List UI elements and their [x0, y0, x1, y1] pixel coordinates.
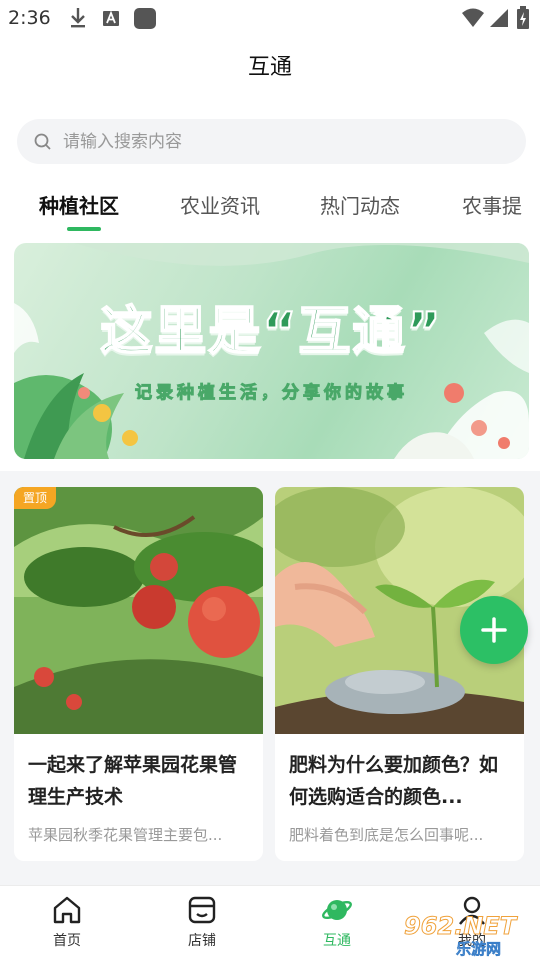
plus-icon: [481, 617, 507, 643]
search-icon: [34, 133, 51, 150]
category-tabs: 种植社区 农业资讯 热门动态 农事提: [0, 180, 540, 236]
watermark-text: 乐游网: [456, 940, 502, 959]
post-card[interactable]: 置顶 一起来了解苹果园花果管理生产技术 苹果园秋季花果管理主要包...: [14, 487, 263, 861]
search-input[interactable]: [63, 119, 503, 164]
banner-subtitle: 记录种植生活，分享你的故事: [135, 383, 408, 404]
nav-label: 互通: [323, 933, 351, 949]
wifi-icon: [462, 8, 484, 27]
create-post-button[interactable]: [460, 596, 528, 664]
nav-item-home[interactable]: 首页: [22, 894, 112, 958]
page-title: 互通: [247, 55, 292, 80]
nav-item-store[interactable]: 店铺: [157, 894, 247, 958]
promo-banner[interactable]: 这里是“互通” 记录种植生活，分享你的故事: [14, 243, 529, 459]
store-icon: [188, 896, 216, 924]
post-image-apples: 置顶: [14, 487, 263, 734]
text-a-icon: [103, 10, 119, 26]
post-description: 苹果园秋季花果管理主要包...: [28, 826, 223, 844]
home-icon: [53, 896, 81, 924]
status-time: 2:36: [8, 7, 51, 29]
title-bar: 互通: [0, 40, 540, 100]
post-card[interactable]: 肥料为什么要加颜色？如何选购适合的颜色... 肥料着色到底是怎么回事呢...: [275, 487, 524, 861]
nav-label: 店铺: [188, 933, 216, 949]
tab-hot-updates[interactable]: 热门动态: [320, 190, 400, 219]
tab-farm-tips[interactable]: 农事提: [462, 190, 522, 219]
nav-item-hutong[interactable]: 互通: [292, 894, 382, 958]
tab-agri-news[interactable]: 农业资讯: [180, 190, 260, 219]
watermark-number: 962.NET: [403, 912, 517, 941]
app-square-icon: [134, 8, 156, 29]
pinned-badge: 置顶: [14, 487, 57, 509]
status-bar: 2:36: [0, 0, 540, 38]
search-bar[interactable]: [17, 119, 526, 164]
planet-icon: [322, 900, 352, 920]
post-title: 一起来了解苹果园花果管理生产技术: [28, 754, 238, 808]
nav-label: 首页: [53, 933, 81, 949]
tab-planting-community[interactable]: 种植社区: [39, 190, 119, 219]
download-icon: [71, 8, 85, 28]
active-tab-indicator: [67, 227, 101, 231]
banner-headline: 这里是“互通”: [99, 301, 443, 363]
signal-icon: [490, 9, 508, 27]
post-description: 肥料着色到底是怎么回事呢...: [289, 826, 484, 844]
site-watermark: 962.NET 乐游网: [403, 912, 534, 959]
post-title: 肥料为什么要加颜色？如何选购适合的颜色...: [289, 754, 499, 808]
battery-icon: [517, 6, 529, 29]
